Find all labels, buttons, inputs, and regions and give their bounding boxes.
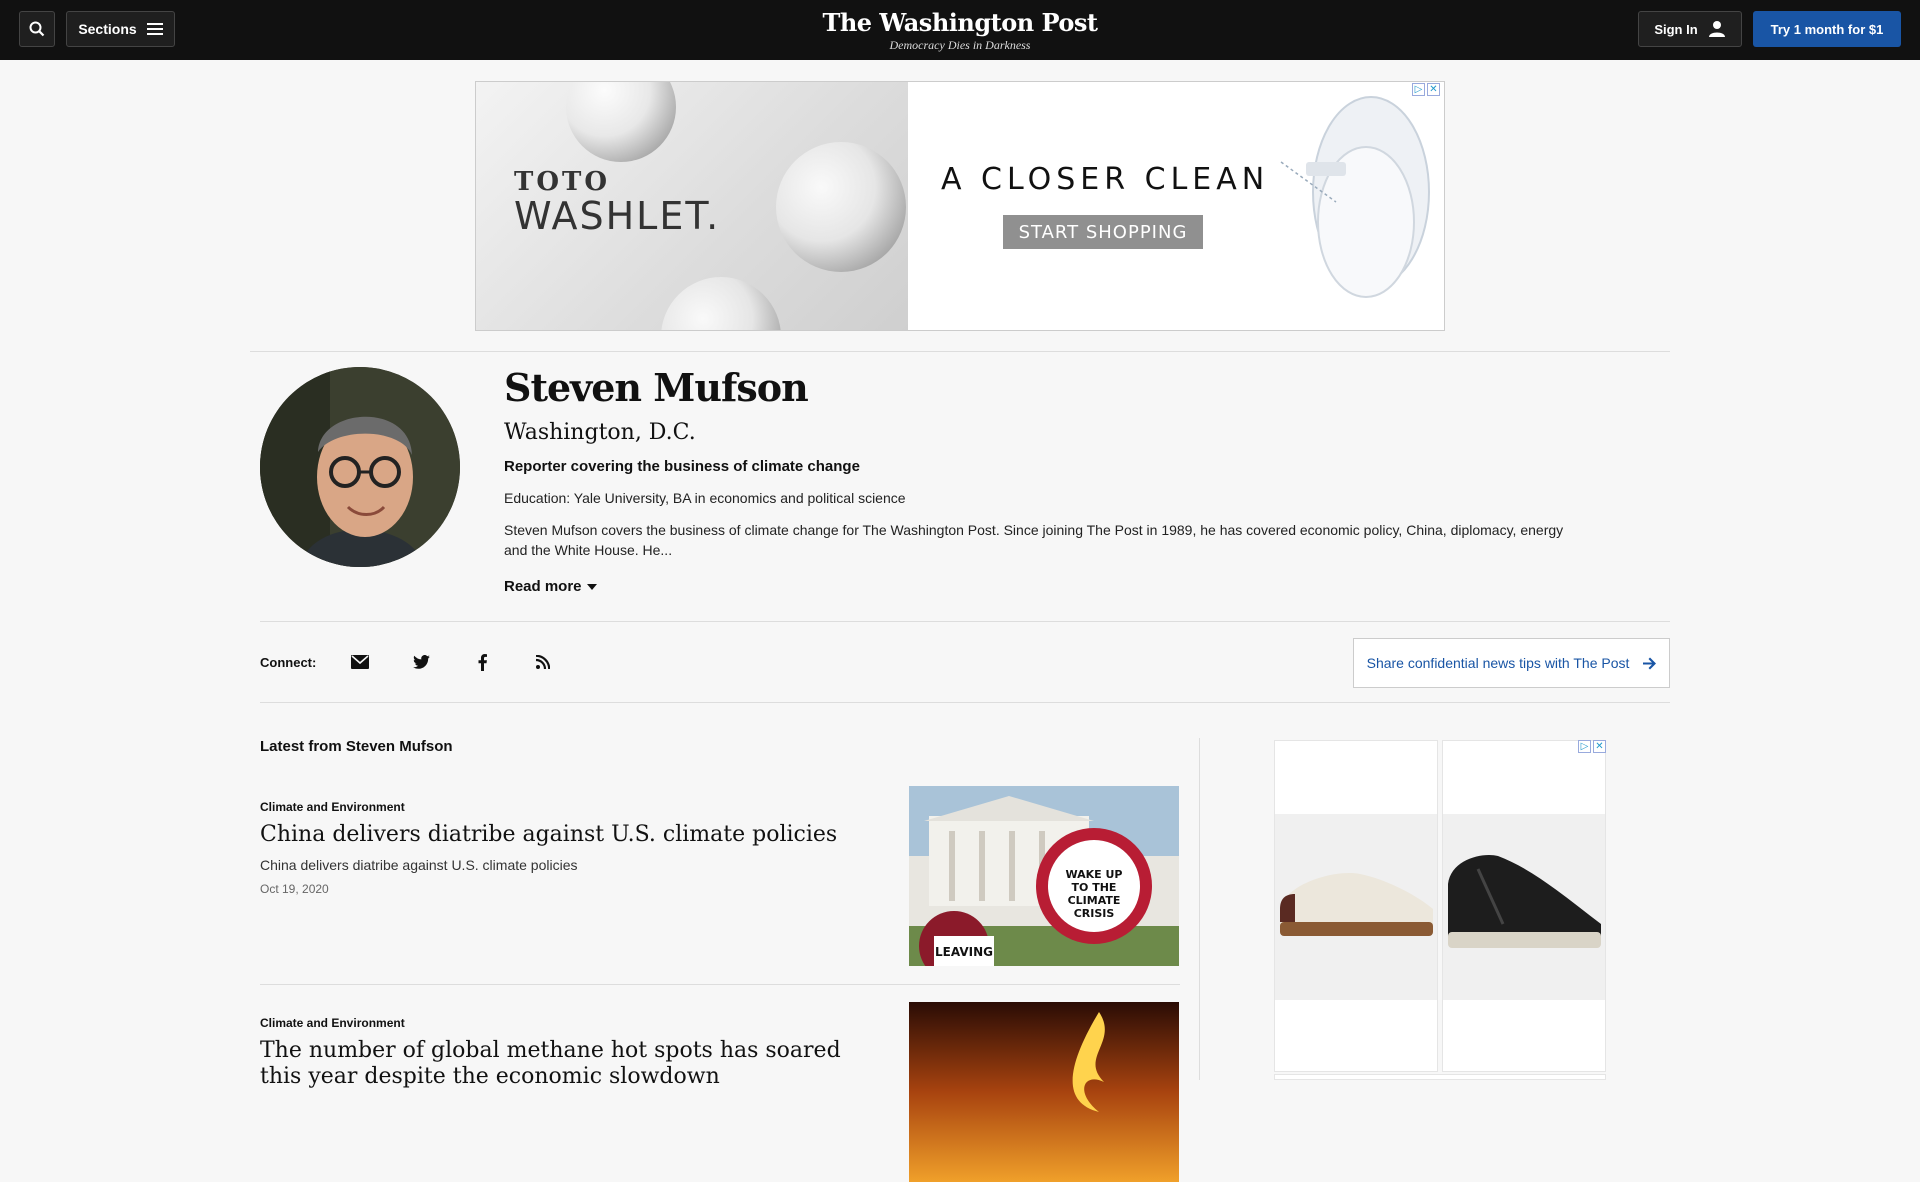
divider	[250, 351, 1670, 352]
caret-down-icon	[586, 583, 597, 590]
author-bio: Steven Mufson covers the business of cli…	[504, 522, 1564, 558]
water-drop	[661, 277, 781, 330]
arrow-right-icon	[1643, 657, 1657, 669]
white-house-protest-photo: WAKE UP TO THE CLIMATE CRISIS LEAVING	[909, 786, 1179, 966]
water-drop	[776, 142, 906, 272]
read-more-button[interactable]: Read more	[504, 578, 597, 595]
divider	[260, 984, 1180, 985]
subscribe-button[interactable]: Try 1 month for $1	[1753, 11, 1901, 47]
protest-sign-text: WAKE UP TO THE CLIMATE CRISIS	[1065, 868, 1122, 920]
sections-label: Sections	[78, 21, 137, 37]
sections-button[interactable]: Sections	[66, 11, 175, 47]
ad-product-tile[interactable]	[1274, 740, 1438, 1072]
ad-headline: A CLOSER CLEAN	[941, 162, 1270, 197]
sidebar-ad[interactable]: ▷ ✕	[1274, 740, 1606, 1080]
adchoices-icon: ▷	[1578, 740, 1591, 753]
ad-product-tile[interactable]	[1442, 740, 1606, 1072]
methane-flare-photo	[909, 1002, 1179, 1182]
story-thumbnail[interactable]: WAKE UP TO THE CLIMATE CRISIS LEAVING	[909, 786, 1179, 966]
author-avatar	[260, 367, 460, 567]
ad-tile-row	[1274, 1074, 1606, 1080]
logo-tagline: Democracy Dies in Darkness	[889, 38, 1031, 52]
latest-section-title: Latest from Steven Mufson	[260, 738, 453, 755]
author-location: Washington, D.C.	[504, 420, 696, 445]
column-divider	[1199, 738, 1200, 1080]
adchoices-icon: ▷	[1412, 83, 1425, 96]
logo-name: The Washington Post	[822, 8, 1098, 37]
sign-in-button[interactable]: Sign In	[1638, 11, 1742, 47]
news-tips-label: Share confidential news tips with The Po…	[1366, 655, 1630, 671]
black-sneaker-image	[1448, 854, 1601, 948]
story-item: Climate and Environment China delivers d…	[260, 786, 1180, 966]
story-headline[interactable]: China delivers diatribe against U.S. cli…	[260, 822, 880, 848]
story-headline[interactable]: The number of global methane hot spots h…	[260, 1038, 880, 1090]
search-button[interactable]	[19, 11, 55, 47]
water-drop	[566, 82, 676, 162]
search-icon	[29, 21, 45, 37]
adchoices-badge[interactable]: ▷ ✕	[1578, 740, 1606, 753]
site-logo[interactable]: The Washington Post Democracy Dies in Da…	[760, 8, 1160, 53]
close-icon[interactable]: ✕	[1427, 83, 1440, 96]
ad-brand: TOTO	[514, 167, 610, 197]
read-more-label: Read more	[504, 578, 582, 595]
email-icon[interactable]	[348, 650, 372, 674]
shoe-image-bg	[1443, 814, 1605, 1000]
shoe-image-bg	[1275, 814, 1437, 1000]
connect-label: Connect:	[260, 655, 317, 670]
top-banner-ad[interactable]: TOTO WASHLET. A CLOSER CLEAN START SHOPP…	[475, 81, 1445, 331]
close-icon[interactable]: ✕	[1593, 740, 1606, 753]
sign-in-label: Sign In	[1654, 21, 1698, 37]
connect-row: Connect: Share confidential news tips wi…	[260, 638, 1670, 690]
white-sneaker-image	[1280, 873, 1433, 936]
ad-cta-button[interactable]: START SHOPPING	[1003, 215, 1203, 249]
ad-product: WASHLET.	[514, 194, 721, 238]
top-navigation-bar: Sections The Washington Post Democracy D…	[0, 0, 1920, 60]
user-icon	[1708, 21, 1725, 37]
facebook-icon[interactable]	[470, 650, 494, 674]
author-name: Steven Mufson	[504, 365, 809, 410]
news-tips-button[interactable]: Share confidential news tips with The Po…	[1353, 638, 1670, 688]
story-item: Climate and Environment The number of gl…	[260, 1002, 1180, 1182]
rss-icon[interactable]	[531, 650, 555, 674]
author-role: Reporter covering the business of climat…	[504, 458, 860, 475]
divider	[260, 621, 1670, 622]
author-photo	[260, 367, 460, 567]
author-education: Education: Yale University, BA in econom…	[504, 490, 906, 506]
author-info: Steven Mufson Washington, D.C. Reporter …	[504, 365, 1574, 596]
menu-icon	[146, 23, 163, 35]
story-thumbnail[interactable]	[909, 1002, 1179, 1182]
protest-sign-text-2: LEAVING	[935, 945, 993, 959]
toilet-image	[1280, 96, 1430, 298]
adchoices-badge[interactable]: ▷ ✕	[1412, 83, 1440, 96]
twitter-icon[interactable]	[409, 650, 433, 674]
divider	[260, 702, 1670, 703]
ad-image-panel: TOTO WASHLET.	[476, 82, 908, 330]
